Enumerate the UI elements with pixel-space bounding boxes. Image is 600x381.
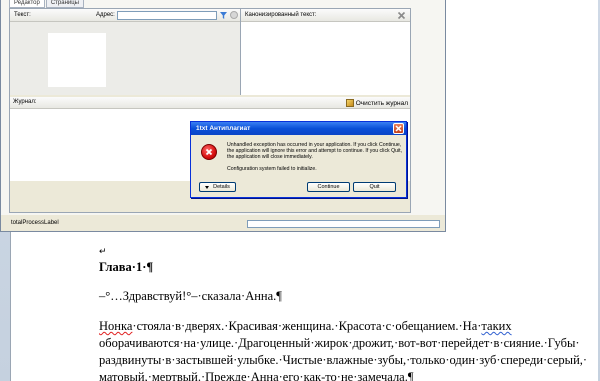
quit-button[interactable]: Quit [353, 182, 396, 192]
source-text-area[interactable] [10, 22, 240, 95]
tab-pages[interactable]: Страницы [45, 0, 84, 8]
source-text-pane: Текст: Адрес: [10, 9, 241, 95]
dialog-sub-message: Configuration system failed to initializ… [227, 166, 317, 172]
status-bar: totalProcessLabel [1, 215, 445, 231]
canonical-text-area[interactable] [241, 22, 410, 95]
error-dialog: 1txt Антиплагиат Unhandled exception has… [190, 121, 407, 198]
chevron-down-icon [205, 185, 210, 189]
paragraph-text: ·стояла·в·дверях.·Красивая·женщина.·Крас… [132, 319, 482, 333]
error-icon [201, 144, 217, 160]
misspelled-word[interactable]: Нонка [99, 319, 132, 333]
broom-icon [345, 99, 354, 107]
progress-bar [247, 220, 440, 228]
total-process-label: totalProcessLabel [11, 220, 59, 226]
line-break-mark: ↵ [99, 246, 107, 256]
paragraph-line-2: оборачиваются·на·улице.·Драгоценный·жиро… [99, 336, 580, 350]
details-button[interactable]: Details [199, 182, 236, 192]
address-label: Адрес: [96, 12, 115, 18]
paragraph-line-4: матовый,·мертвый.·Прежде·Анна·его·как-то… [99, 370, 414, 381]
text-preview-box [48, 33, 106, 87]
canonical-text-header: Канонизированный текст: [241, 9, 410, 22]
close-icon [395, 125, 402, 132]
text-label: Текст: [14, 12, 31, 18]
paragraph-line-1: Нонка·стояла·в·дверях.·Красивая·женщина.… [99, 318, 579, 335]
dialog-message: Unhandled exception has occurred in your… [227, 142, 403, 160]
dialog-title: 1txt Антиплагиат [196, 125, 251, 132]
dialog-close-button[interactable] [393, 123, 404, 134]
text-panels: Текст: Адрес: Канонизированный текст: [10, 9, 410, 95]
tab-editor[interactable]: Редактор [9, 0, 45, 8]
source-text-header: Текст: Адрес: [10, 9, 240, 22]
app-tab-strip: Редактор Страницы [9, 0, 85, 8]
clear-x-icon[interactable] [397, 11, 406, 20]
chapter-heading: Глава·1·¶ [99, 260, 154, 274]
journal-header: Журнал: Очистить журнал [10, 97, 410, 109]
document-text[interactable]: ↵ Глава·1·¶ –°…Здравствуй!°–·сказала·Анн… [99, 246, 588, 381]
details-button-label: Details [213, 184, 230, 190]
dialogue-line: –°…Здравствуй!°–·сказала·Анна.¶ [99, 289, 282, 303]
filter-icon[interactable] [220, 12, 227, 19]
journal-label: Журнал: [13, 99, 37, 105]
grammar-flagged-word[interactable]: таких [481, 319, 511, 333]
clear-journal-label: Очистить журнал [355, 99, 408, 107]
continue-button[interactable]: Continue [307, 182, 350, 192]
dialog-titlebar[interactable]: 1txt Антиплагиат [191, 122, 406, 135]
canonical-text-label: Канонизированный текст: [245, 12, 317, 18]
clear-journal-button[interactable]: Очистить журнал [345, 98, 408, 108]
paragraph-line-3: раздвинуты·в·застывшей·улыбке.·Чистые·вл… [99, 353, 588, 367]
stop-icon[interactable] [230, 11, 238, 19]
canonical-text-pane: Канонизированный текст: [241, 9, 410, 95]
address-input[interactable] [117, 11, 217, 20]
